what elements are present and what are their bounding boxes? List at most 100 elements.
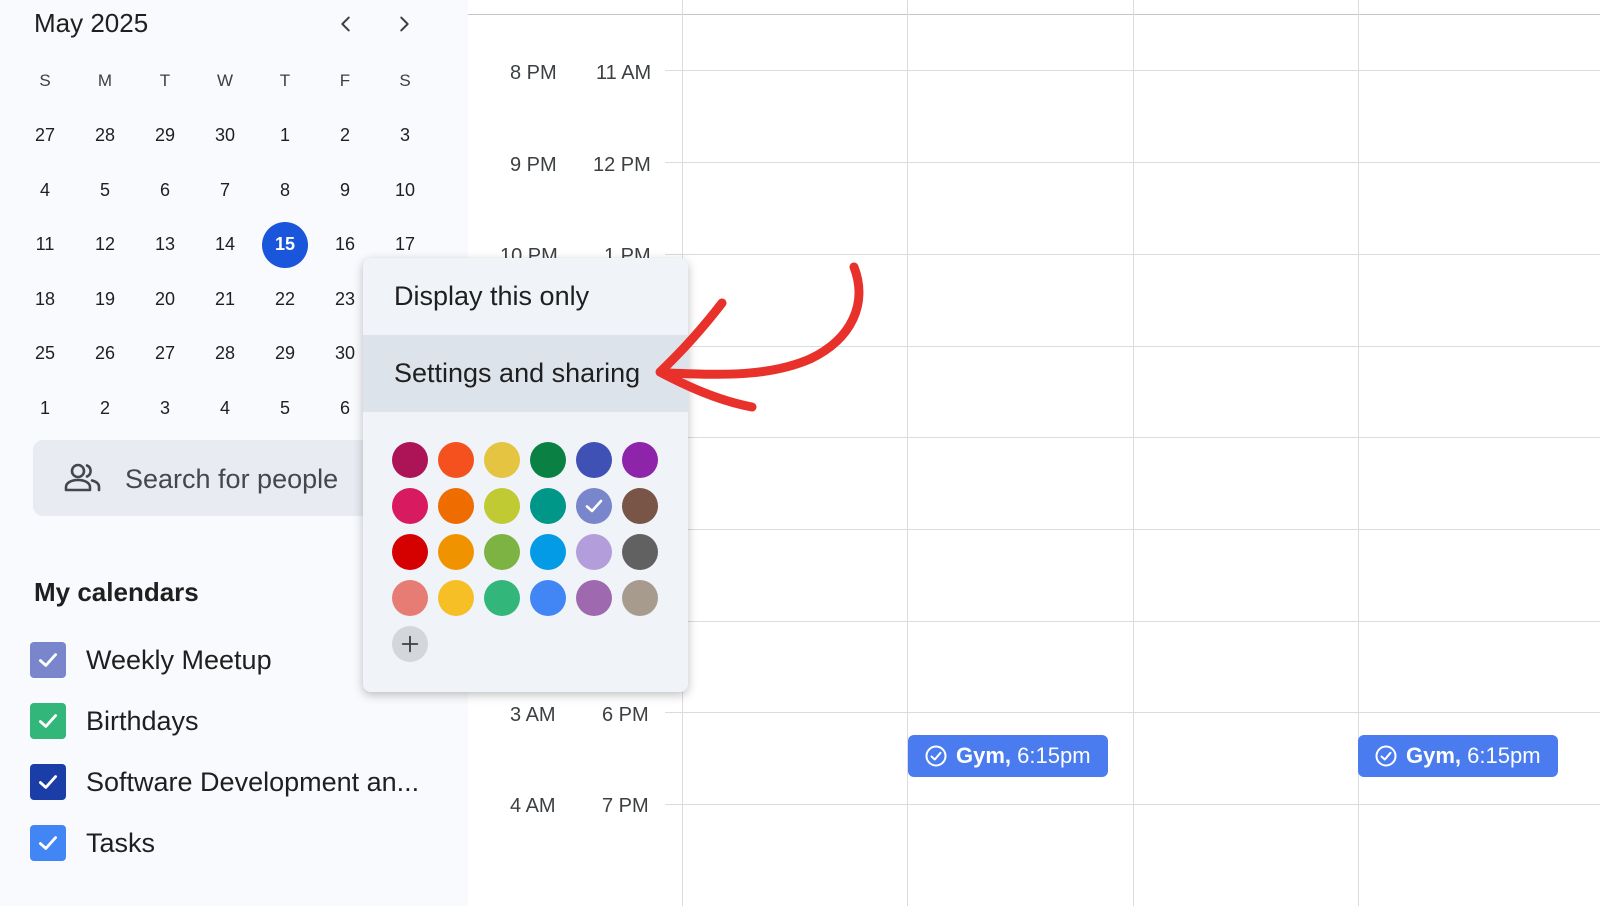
color-swatch[interactable]: [484, 580, 520, 616]
time-label-secondary: 9 PM: [510, 154, 557, 176]
color-swatch[interactable]: [530, 488, 566, 524]
day-number: 22: [274, 288, 296, 309]
chevron-left-icon: [341, 16, 350, 32]
event-time: 6:15pm: [1467, 743, 1541, 768]
mini-calendar-day[interactable]: 21: [195, 276, 255, 322]
menu-item-settings-and-sharing[interactable]: Settings and sharing: [363, 335, 688, 412]
mini-calendar-day[interactable]: 2: [75, 385, 135, 431]
mini-calendar-day[interactable]: 11: [15, 222, 75, 268]
checkbox[interactable]: [30, 703, 66, 739]
mini-calendar-day[interactable]: 28: [195, 331, 255, 377]
weekday-header-row: S M T W T F S: [15, 54, 435, 109]
day-number: 9: [339, 179, 350, 200]
checkbox[interactable]: [30, 642, 66, 678]
color-swatch[interactable]: [438, 488, 474, 524]
mini-calendar-day[interactable]: 2: [315, 113, 375, 159]
mini-calendar-day[interactable]: 29: [135, 113, 195, 159]
mini-calendar-day[interactable]: 27: [15, 113, 75, 159]
color-swatch[interactable]: [622, 442, 658, 478]
day-number: 20: [154, 288, 176, 309]
search-people-input[interactable]: Search for people: [33, 440, 393, 516]
event-chip-gym[interactable]: Gym, 6:15pm: [908, 735, 1108, 777]
calendar-item-birthdays[interactable]: Birthdays: [30, 703, 199, 739]
mini-calendar-day[interactable]: 25: [15, 331, 75, 377]
mini-calendar-day[interactable]: 1: [15, 385, 75, 431]
color-swatch[interactable]: [392, 580, 428, 616]
color-swatch[interactable]: [484, 442, 520, 478]
day-number: 15: [262, 221, 308, 268]
mini-calendar-day[interactable]: 29: [255, 331, 315, 377]
checkbox[interactable]: [30, 825, 66, 861]
mini-calendar-day[interactable]: 18: [15, 276, 75, 322]
day-number: 6: [339, 397, 350, 418]
mini-calendar-day[interactable]: 6: [135, 167, 195, 213]
mini-calendar-day[interactable]: 19: [75, 276, 135, 322]
search-people-placeholder: Search for people: [125, 464, 339, 494]
day-number: 10: [394, 179, 416, 200]
color-swatch[interactable]: [438, 534, 474, 570]
mini-calendar-day[interactable]: 14: [195, 222, 255, 268]
color-swatch[interactable]: [392, 534, 428, 570]
color-swatch[interactable]: [576, 488, 612, 524]
header-divider: [468, 14, 1600, 15]
mini-calendar-day[interactable]: 1: [255, 113, 315, 159]
day-number: 6: [159, 179, 170, 200]
mini-calendar-day[interactable]: 10: [375, 167, 435, 213]
color-swatch[interactable]: [484, 488, 520, 524]
calendar-item-weekly-meetup[interactable]: Weekly Meetup: [30, 642, 272, 678]
checkbox[interactable]: [30, 764, 66, 800]
color-swatch[interactable]: [576, 580, 612, 616]
mini-calendar-day[interactable]: 27: [135, 331, 195, 377]
color-swatch[interactable]: [530, 442, 566, 478]
next-month-button[interactable]: [384, 4, 424, 44]
mini-calendar-day[interactable]: 30: [195, 113, 255, 159]
previous-month-button[interactable]: [326, 4, 366, 44]
color-swatch[interactable]: [484, 534, 520, 570]
color-swatch[interactable]: [438, 442, 474, 478]
color-swatch[interactable]: [576, 534, 612, 570]
mini-calendar-day[interactable]: 12: [75, 222, 135, 268]
mini-calendar-day[interactable]: 4: [195, 385, 255, 431]
color-swatch[interactable]: [392, 442, 428, 478]
color-swatch[interactable]: [622, 488, 658, 524]
color-swatch[interactable]: [392, 488, 428, 524]
calendar-item-software-development[interactable]: Software Development an...: [30, 764, 419, 800]
weekday-label: S: [399, 71, 411, 91]
color-swatch[interactable]: [530, 580, 566, 616]
day-number: 8: [279, 179, 290, 200]
mini-calendar-day[interactable]: 7: [195, 167, 255, 213]
mini-calendar-day[interactable]: 22: [255, 276, 315, 322]
mini-calendar-day[interactable]: 3: [375, 113, 435, 159]
hour-gridline: [665, 804, 1600, 805]
mini-calendar-day[interactable]: 13: [135, 222, 195, 268]
day-number: 23: [334, 288, 356, 309]
day-number: 2: [99, 397, 110, 418]
mini-calendar-day[interactable]: 15: [255, 221, 315, 268]
color-swatch[interactable]: [438, 580, 474, 616]
event-chip-gym[interactable]: Gym, 6:15pm: [1358, 735, 1558, 777]
mini-calendar-day[interactable]: 8: [255, 167, 315, 213]
mini-calendar-day[interactable]: 5: [255, 385, 315, 431]
color-swatch[interactable]: [530, 534, 566, 570]
mini-calendar-day[interactable]: 20: [135, 276, 195, 322]
color-swatch[interactable]: [622, 580, 658, 616]
day-number: 1: [39, 397, 50, 418]
calendar-item-tasks[interactable]: Tasks: [30, 825, 155, 861]
mini-calendar-day[interactable]: 4: [15, 167, 75, 213]
hour-gridline: [665, 529, 1600, 530]
mini-calendar-day[interactable]: 3: [135, 385, 195, 431]
mini-calendar-day[interactable]: 26: [75, 331, 135, 377]
time-label-primary: 12 PM: [593, 154, 651, 176]
event-time: 6:15pm: [1017, 743, 1091, 768]
plus-icon: [401, 635, 419, 653]
color-swatch[interactable]: [622, 534, 658, 570]
add-custom-color-button[interactable]: [392, 626, 428, 662]
mini-calendar-day[interactable]: 9: [315, 167, 375, 213]
menu-item-display-this-only[interactable]: Display this only: [363, 258, 688, 335]
color-swatch[interactable]: [576, 442, 612, 478]
check-icon: [39, 653, 57, 667]
day-number: 7: [219, 179, 230, 200]
check-icon: [39, 714, 57, 728]
mini-calendar-day[interactable]: 28: [75, 113, 135, 159]
mini-calendar-day[interactable]: 5: [75, 167, 135, 213]
